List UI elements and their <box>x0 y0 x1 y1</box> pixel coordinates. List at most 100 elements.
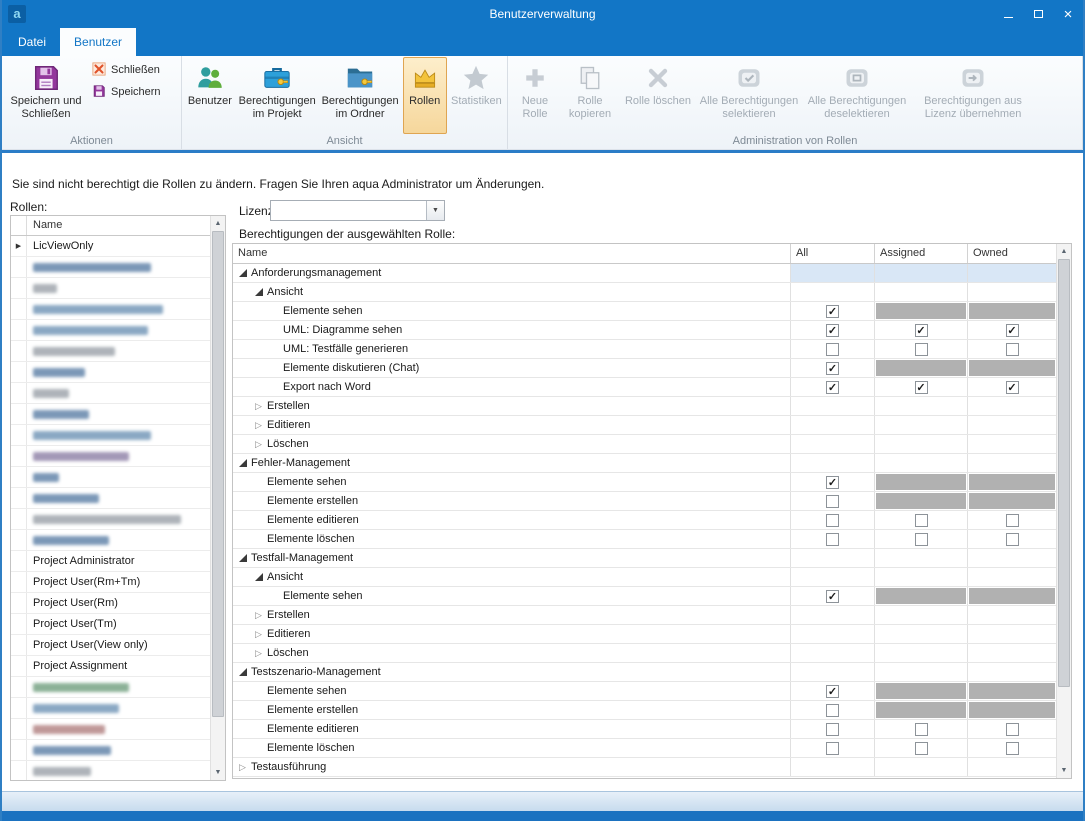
table-row[interactable]: Elemente löschen <box>233 739 1056 758</box>
minimize-button[interactable] <box>993 0 1023 28</box>
expand-icon[interactable]: ▷ <box>253 648 267 658</box>
owned-cell[interactable] <box>968 739 1056 757</box>
scroll-thumb[interactable] <box>212 231 224 717</box>
assigned-cell[interactable] <box>875 739 968 757</box>
assigned-cell[interactable] <box>875 720 968 738</box>
expand-icon[interactable]: ▷ <box>253 629 267 639</box>
list-item[interactable]: ▶LicViewOnly <box>11 236 210 257</box>
table-row[interactable]: Ansicht <box>233 568 1056 587</box>
checkbox-checked[interactable]: ✓ <box>826 590 839 603</box>
maximize-button[interactable] <box>1023 0 1053 28</box>
list-item[interactable] <box>11 299 210 320</box>
table-row[interactable]: Elemente erstellen <box>233 701 1056 720</box>
checkbox-unchecked[interactable] <box>915 742 928 755</box>
checkbox-checked[interactable]: ✓ <box>826 324 839 337</box>
expand-icon[interactable]: ▷ <box>253 401 267 411</box>
all-cell[interactable] <box>791 701 875 719</box>
list-item[interactable] <box>11 761 210 780</box>
checkbox-unchecked[interactable] <box>1006 723 1019 736</box>
project-permissions-button[interactable]: Berechtigungen im Projekt <box>237 57 318 134</box>
all-cell[interactable] <box>791 530 875 548</box>
expand-icon[interactable]: ▷ <box>237 762 251 772</box>
all-cell[interactable] <box>791 720 875 738</box>
table-row[interactable]: Elemente diskutieren (Chat)✓ <box>233 359 1056 378</box>
scroll-up-icon[interactable]: ▲ <box>211 216 225 231</box>
list-item[interactable] <box>11 446 210 467</box>
all-cell[interactable] <box>791 492 875 510</box>
list-item[interactable] <box>11 362 210 383</box>
roles-column-header-name[interactable]: Name <box>27 216 210 235</box>
table-row[interactable]: ▷Testausführung <box>233 758 1056 777</box>
owned-cell[interactable] <box>968 530 1056 548</box>
checkbox-unchecked[interactable] <box>826 533 839 546</box>
owned-cell[interactable] <box>968 720 1056 738</box>
table-row[interactable]: Export nach Word✓✓✓ <box>233 378 1056 397</box>
table-row[interactable]: Elemente editieren <box>233 720 1056 739</box>
list-item[interactable] <box>11 719 210 740</box>
list-item[interactable] <box>11 740 210 761</box>
table-row[interactable]: ▷Löschen <box>233 644 1056 663</box>
owned-cell[interactable]: ✓ <box>968 378 1056 396</box>
all-cell[interactable]: ✓ <box>791 682 875 700</box>
table-row[interactable]: Testszenario-Management <box>233 663 1056 682</box>
list-item[interactable] <box>11 698 210 719</box>
checkbox-checked[interactable]: ✓ <box>915 381 928 394</box>
collapse-icon[interactable] <box>253 573 267 581</box>
list-item[interactable] <box>11 320 210 341</box>
expand-icon[interactable]: ▷ <box>253 439 267 449</box>
roles-scrollbar[interactable]: ▲ ▼ <box>210 216 225 780</box>
assigned-cell[interactable] <box>875 530 968 548</box>
table-row[interactable]: ▷Erstellen <box>233 606 1056 625</box>
roles-view-button[interactable]: Rollen <box>403 57 447 134</box>
checkbox-unchecked[interactable] <box>826 723 839 736</box>
list-item[interactable]: Project Administrator <box>11 551 210 572</box>
checkbox-checked[interactable]: ✓ <box>1006 324 1019 337</box>
checkbox-unchecked[interactable] <box>1006 343 1019 356</box>
list-item[interactable]: Project User(Tm) <box>11 614 210 635</box>
column-header-assigned[interactable]: Assigned <box>875 244 968 263</box>
checkbox-checked[interactable]: ✓ <box>826 685 839 698</box>
assigned-cell[interactable] <box>875 340 968 358</box>
owned-cell[interactable] <box>968 511 1056 529</box>
scroll-down-icon[interactable]: ▼ <box>1057 763 1071 778</box>
list-item[interactable] <box>11 488 210 509</box>
table-row[interactable]: Elemente sehen✓ <box>233 302 1056 321</box>
owned-cell[interactable]: ✓ <box>968 321 1056 339</box>
scroll-track[interactable] <box>1057 259 1071 763</box>
collapse-icon[interactable] <box>237 459 251 467</box>
all-cell[interactable]: ✓ <box>791 302 875 320</box>
close-window-button[interactable]: Schließen <box>88 60 169 81</box>
checkbox-unchecked[interactable] <box>1006 533 1019 546</box>
save-button[interactable]: Speichern <box>88 82 169 103</box>
list-item[interactable] <box>11 257 210 278</box>
table-row[interactable]: Elemente sehen✓ <box>233 682 1056 701</box>
assigned-cell[interactable] <box>875 511 968 529</box>
close-button[interactable]: × <box>1053 0 1083 28</box>
dropdown-arrow-icon[interactable]: ▼ <box>426 201 444 220</box>
list-item[interactable] <box>11 383 210 404</box>
checkbox-unchecked[interactable] <box>826 704 839 717</box>
table-row[interactable]: Anforderungsmanagement <box>233 264 1056 283</box>
expand-icon[interactable]: ▷ <box>253 420 267 430</box>
scroll-down-icon[interactable]: ▼ <box>211 765 225 780</box>
assigned-cell[interactable]: ✓ <box>875 321 968 339</box>
table-row[interactable]: ▷Erstellen <box>233 397 1056 416</box>
folder-permissions-button[interactable]: Berechtigungen im Ordner <box>320 57 401 134</box>
list-item[interactable] <box>11 509 210 530</box>
scroll-thumb[interactable] <box>1058 259 1070 687</box>
checkbox-unchecked[interactable] <box>1006 742 1019 755</box>
all-cell[interactable]: ✓ <box>791 321 875 339</box>
save-and-close-button[interactable]: Speichern und Schließen <box>5 57 87 134</box>
assigned-cell[interactable]: ✓ <box>875 378 968 396</box>
permissions-scrollbar[interactable]: ▲ ▼ <box>1056 244 1071 778</box>
table-row[interactable]: Testfall-Management <box>233 549 1056 568</box>
collapse-icon[interactable] <box>237 269 251 277</box>
column-header-name[interactable]: Name <box>233 244 791 263</box>
checkbox-checked[interactable]: ✓ <box>826 305 839 318</box>
column-header-all[interactable]: All <box>791 244 875 263</box>
list-item[interactable]: Project Assignment <box>11 656 210 677</box>
all-cell[interactable]: ✓ <box>791 587 875 605</box>
scroll-up-icon[interactable]: ▲ <box>1057 244 1071 259</box>
table-row[interactable]: ▷Editieren <box>233 416 1056 435</box>
checkbox-unchecked[interactable] <box>826 495 839 508</box>
